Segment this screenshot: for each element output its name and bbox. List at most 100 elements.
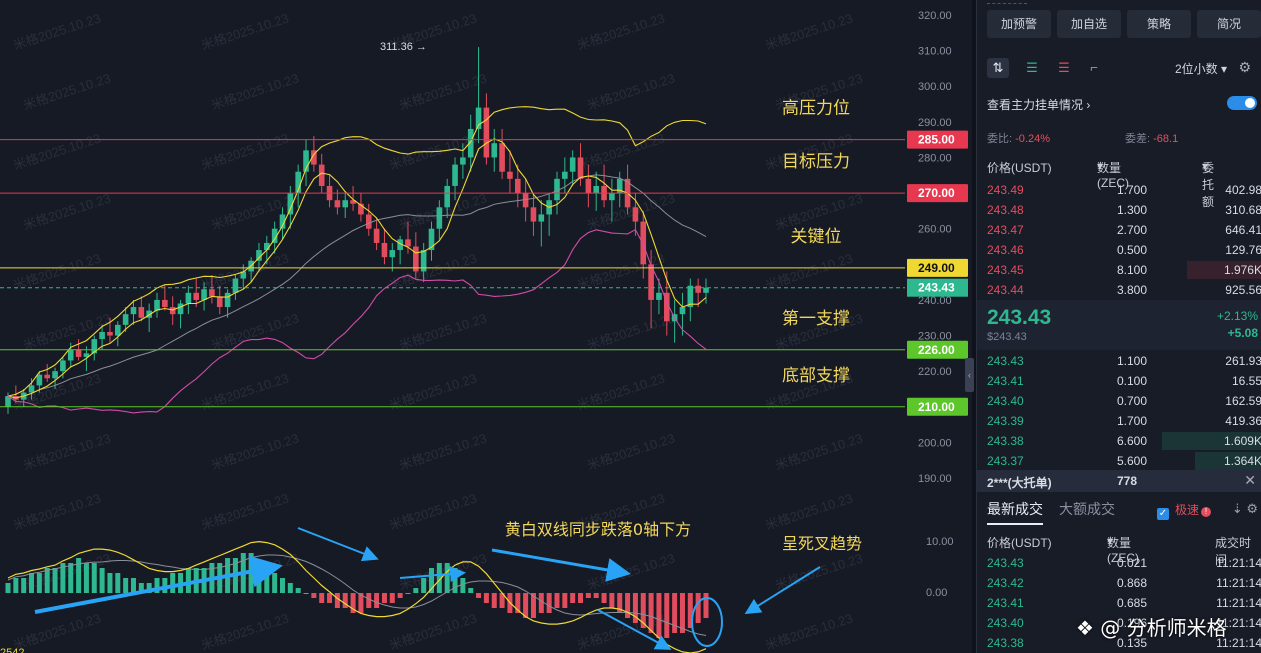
collapse-panel-handle[interactable]: ‹ xyxy=(965,358,974,392)
bid-row[interactable]: 243.39 1.700 419.36 xyxy=(977,411,1261,431)
mainforce-toggle[interactable] xyxy=(1227,96,1257,110)
action-button-row: 加预警 加自选 策略 简况 xyxy=(987,10,1261,38)
ob-both-icon[interactable]: ⇅ xyxy=(987,58,1009,78)
tr-qty-header[interactable]: 数量(ZEC) ▾ xyxy=(1107,534,1139,565)
trade-price: 243.42 xyxy=(987,576,1024,590)
watermark-text: 米格2025.10.23 xyxy=(763,250,854,292)
tr-price-header: 价格(USDT) xyxy=(987,536,1052,550)
mid-change-percent: +2.13% xyxy=(1216,309,1258,323)
watermark-text: 米格2025.10.23 xyxy=(199,130,290,172)
ob-price-header: 价格(USDT) xyxy=(987,161,1052,175)
ask-row[interactable]: 243.44 3.800 925.56 xyxy=(977,280,1261,300)
macd-bar xyxy=(68,563,74,593)
macd-bar xyxy=(272,573,278,593)
ob-qty: 6.600 xyxy=(1116,434,1147,448)
annotation-arrow xyxy=(297,527,379,562)
ob-qty: 0.700 xyxy=(1116,394,1147,408)
kline-chart[interactable]: 米格2025.10.23 米格2025.10.23 米格2025.10.23 米格20… xyxy=(0,0,972,653)
ob-trades-icon[interactable]: ⌐ xyxy=(1083,58,1105,78)
decimals-select[interactable]: 2位小数 ▾ xyxy=(1175,60,1227,77)
top-separator xyxy=(987,0,1027,4)
settings-icon[interactable]: ⚙ xyxy=(1238,59,1251,76)
ob-ask-icon[interactable]: ☰ xyxy=(1053,58,1075,78)
diff-value: -68.1 xyxy=(1153,133,1179,145)
candle-body xyxy=(679,307,686,315)
candle-body xyxy=(209,289,215,297)
macd-bar xyxy=(703,593,709,618)
candle-body xyxy=(114,324,121,336)
y-tick-label: 230.00 xyxy=(918,331,952,343)
candle-body xyxy=(75,349,82,357)
macd-bar xyxy=(593,593,599,598)
ob-qty-header[interactable]: 数量 (ZEC) ▾ xyxy=(1097,159,1129,190)
ob-price: 243.37 xyxy=(987,454,1024,468)
ask-row[interactable]: 243.46 0.500 129.76 xyxy=(977,240,1261,260)
ask-row[interactable]: 243.45 8.100 1.976K xyxy=(977,260,1261,280)
candle-body xyxy=(593,185,600,194)
ob-price: 243.45 xyxy=(987,263,1024,277)
macd-bar xyxy=(491,593,497,608)
y-tick-label: 260.00 xyxy=(918,224,952,236)
candle-body xyxy=(569,157,576,172)
mid-price-usd: $243.43 xyxy=(987,331,1027,343)
macd-bar xyxy=(115,573,121,593)
checkbox-icon: ✓ xyxy=(1157,508,1169,520)
bid-row[interactable]: 243.41 0.100 16.55 xyxy=(977,371,1261,391)
kline-chart-area[interactable]: 米格2025.10.23 米格2025.10.23 米格2025.10.23 米格20… xyxy=(0,0,972,653)
macd-bar xyxy=(468,588,474,593)
candle-body xyxy=(483,107,490,158)
macd-bar xyxy=(585,593,591,598)
ob-total-header[interactable]: 委托额 ▾ xyxy=(1202,159,1214,209)
ob-qty: 3.800 xyxy=(1116,283,1147,297)
strategy-button[interactable]: 策略 xyxy=(1127,10,1191,38)
level-price-label: 226.00 xyxy=(918,343,955,357)
big-order-row[interactable]: 2***(大托单) 778 ✕ xyxy=(977,470,1261,492)
level-price-label: 270.00 xyxy=(918,186,955,200)
watermark-text: 米格2025.10.23 xyxy=(199,10,290,52)
bid-row[interactable]: 243.43 1.100 261.93 xyxy=(977,351,1261,371)
candle-body xyxy=(609,193,615,201)
fast-mode-checkbox[interactable]: ✓ 极速! xyxy=(1157,501,1212,520)
candle-body xyxy=(365,214,372,229)
ask-row[interactable]: 243.47 2.700 646.41 xyxy=(977,220,1261,240)
candle-body xyxy=(381,242,388,258)
bid-row[interactable]: 243.40 0.700 162.59 xyxy=(977,391,1261,411)
mid-price: 243.43 xyxy=(987,306,1052,329)
bid-row[interactable]: 243.37 5.600 1.364K xyxy=(977,451,1261,471)
trade-qty: 0.685 xyxy=(1116,596,1147,610)
brand-watermark: ❖ @ 分析师米格 xyxy=(1076,616,1227,640)
y-tick-label: 220.00 xyxy=(918,366,952,378)
tab-latest-trades[interactable]: 最新成交 xyxy=(987,499,1043,525)
ask-row[interactable]: 243.48 1.300 310.68 xyxy=(977,200,1261,220)
ask-row[interactable]: 243.49 1.700 402.98 xyxy=(977,180,1261,200)
candle-body xyxy=(99,331,105,340)
trade-price: 243.43 xyxy=(987,556,1024,570)
macd-bar xyxy=(609,593,615,608)
watermark-text: 米格2025.10.23 xyxy=(397,430,488,472)
watermark-text: 米格2025.10.23 xyxy=(387,490,478,532)
mainforce-link[interactable]: 查看主力挂单情况 › xyxy=(987,96,1090,113)
ob-price: 243.47 xyxy=(987,223,1024,237)
macd-annotation-text: 黄白双线同步跌落0轴下方 xyxy=(505,520,691,539)
ob-qty: 0.100 xyxy=(1116,374,1147,388)
filter-icon[interactable]: ⇣ ⚙ xyxy=(1232,501,1258,517)
trade-price: 243.40 xyxy=(987,616,1024,630)
ob-total: 1.976K xyxy=(1223,263,1261,277)
macd-bar xyxy=(679,593,685,633)
macd-bar xyxy=(36,573,42,593)
bid-row[interactable]: 243.38 6.600 1.609K xyxy=(977,431,1261,451)
watermark-text: 米格2025.10.23 xyxy=(585,310,676,352)
macd-bar xyxy=(562,593,568,608)
ob-total: 402.98 xyxy=(1225,183,1261,197)
macd-bar xyxy=(319,593,325,603)
tab-large-trades[interactable]: 大额成交 xyxy=(1059,499,1115,519)
watermark-text: 米格2025.10.23 xyxy=(397,70,488,112)
add-watchlist-button[interactable]: 加自选 xyxy=(1057,10,1121,38)
close-icon[interactable]: ✕ xyxy=(1244,472,1256,489)
candle-body xyxy=(91,339,98,354)
ob-bid-icon[interactable]: ☰ xyxy=(1021,58,1043,78)
y-tick-label: 200.00 xyxy=(918,437,952,449)
add-alert-button[interactable]: 加预警 xyxy=(987,10,1051,38)
overview-button[interactable]: 简况 xyxy=(1197,10,1261,38)
trade-row: 243.41 0.685 11:21:14 xyxy=(977,593,1261,613)
